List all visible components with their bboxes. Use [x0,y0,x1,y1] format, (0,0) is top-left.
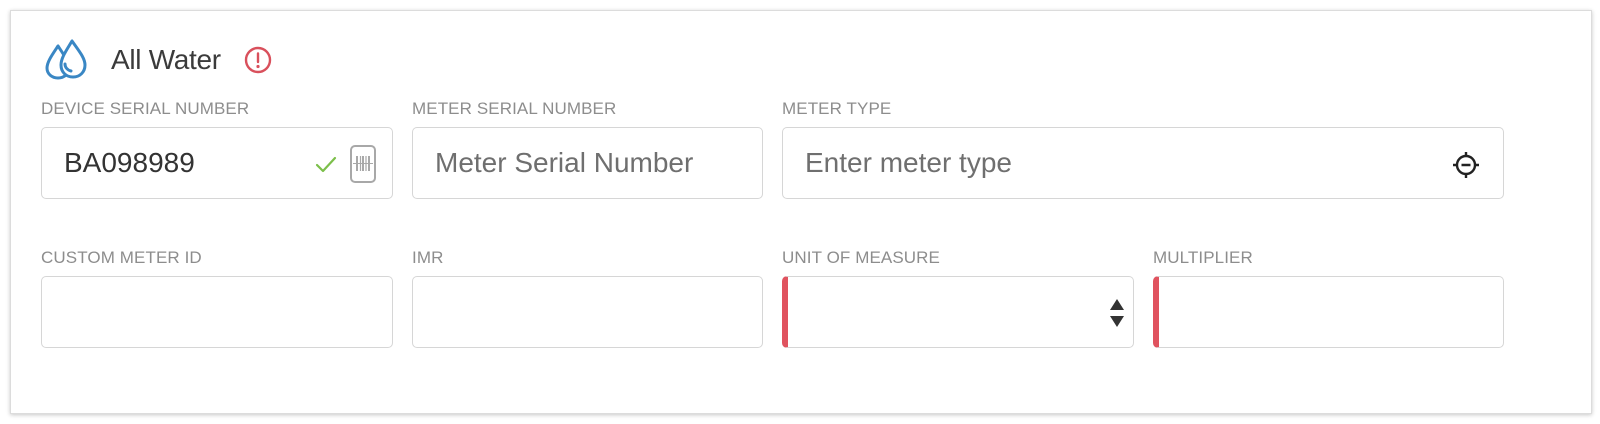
barcode-scan-icon[interactable] [349,144,377,184]
all-water-card: All Water DEVICE SERIAL NUMBER BA098989 … [10,10,1592,414]
multiplier-box [1153,276,1504,348]
imr-label: IMR [412,248,444,267]
meter-serial-number-box [412,127,763,199]
unit-of-measure-label: UNIT OF MEASURE [782,248,940,267]
meter-type-label: METER TYPE [782,99,892,118]
water-drops-icon [45,39,87,80]
meter-serial-number-label: METER SERIAL NUMBER [412,99,617,118]
target-icon[interactable] [1451,150,1481,180]
meter-type-box [782,127,1504,199]
section-title: All Water [111,44,221,75]
device-serial-number-box [41,127,393,199]
section-header: All Water [43,37,273,83]
device-serial-number-label: DEVICE SERIAL NUMBER [41,99,250,118]
imr-box [412,276,763,348]
alert-circle-icon[interactable] [243,45,273,75]
custom-meter-id-input[interactable] [42,277,392,347]
meter-serial-number-input[interactable] [413,128,762,198]
custom-meter-id-label: CUSTOM METER ID [41,248,202,267]
check-icon [315,156,337,173]
meter-type-input[interactable] [783,128,1503,198]
multiplier-label: MULTIPLIER [1153,248,1253,267]
multiplier-input[interactable] [1159,277,1503,347]
custom-meter-id-box [41,276,393,348]
unit-of-measure-select[interactable] [782,276,1134,348]
imr-input[interactable] [413,277,762,347]
stepper-arrows-icon[interactable] [1108,297,1126,329]
device-serial-number-input[interactable] [42,128,392,198]
